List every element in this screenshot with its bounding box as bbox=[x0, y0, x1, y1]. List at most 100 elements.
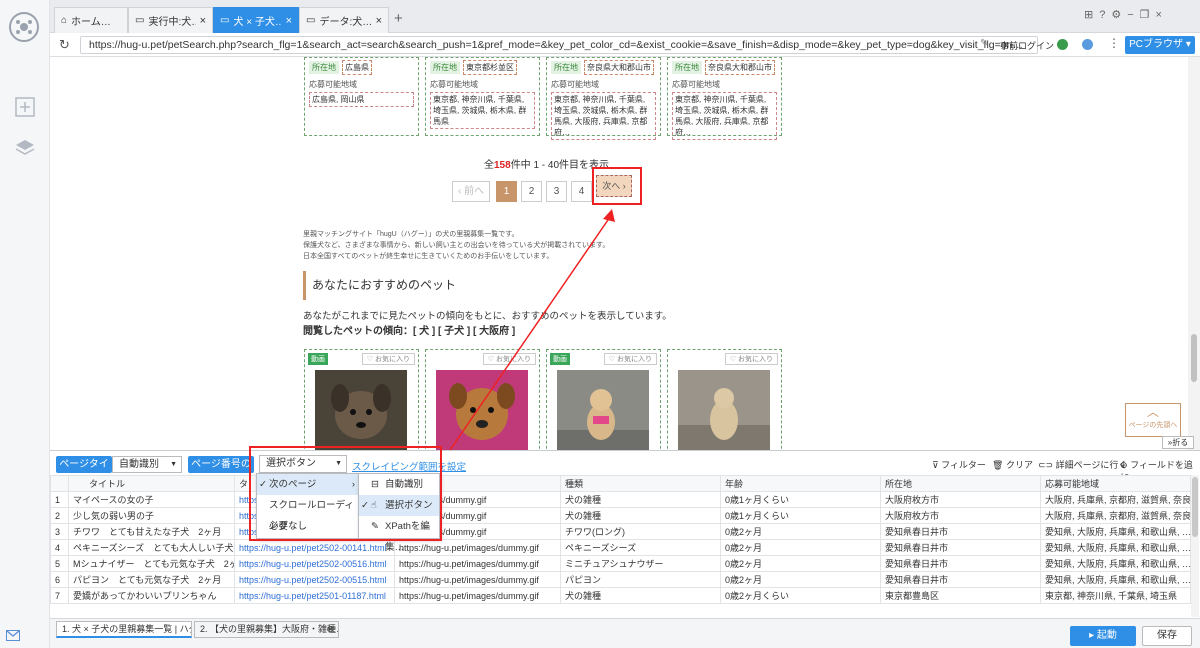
page-scrollbar-thumb[interactable] bbox=[1191, 334, 1197, 382]
cell-image[interactable]: https://hug-u.pet/images/dummy.gif bbox=[394, 555, 561, 572]
start-button[interactable]: ▸ 起動 bbox=[1070, 626, 1136, 646]
cell-age[interactable]: 0歳1ヶ月くらい bbox=[720, 491, 881, 508]
cell-area[interactable]: 愛知県, 大阪府, 兵庫県, 和歌山県, … bbox=[1040, 523, 1191, 540]
help-icon[interactable]: ? bbox=[1099, 9, 1111, 21]
column-header[interactable]: 年齢 bbox=[720, 475, 881, 492]
cell-age[interactable]: 0歳2ヶ月 bbox=[720, 555, 881, 572]
table-row[interactable]: 2 少し気の弱い男の子 https: pet/images/dummy.gif 犬の雑種… bbox=[50, 507, 1191, 524]
cell-kind[interactable]: ミニチュアシュナウザー bbox=[560, 555, 721, 572]
cell-location[interactable]: 東京都豊島区 bbox=[880, 587, 1041, 604]
cell-kind[interactable]: 犬の雑種 bbox=[560, 507, 721, 524]
table-row[interactable]: 5 Mシュナイザー とても元気な子犬 2ヶ月 https://hug-u.pet/p… bbox=[50, 555, 1191, 572]
restore-icon[interactable]: ❐ bbox=[1140, 9, 1156, 21]
cell-image[interactable]: https://hug-u.pet/images/dummy.gif bbox=[394, 539, 561, 556]
clear-button[interactable]: 🗑 クリア bbox=[992, 458, 1033, 471]
close-icon[interactable]: × bbox=[286, 15, 292, 27]
cell-location[interactable]: 愛知県春日井市 bbox=[880, 555, 1041, 572]
table-row[interactable]: 1 マイペースの女の子 https: pet/images/dummy.gif 犬の雑種… bbox=[50, 491, 1191, 508]
reload-icon[interactable]: ↻ bbox=[59, 37, 70, 53]
cell-kind[interactable]: ペキニーズシーズ bbox=[560, 539, 721, 556]
extension-icon[interactable] bbox=[1057, 39, 1068, 50]
detail-page-button[interactable]: ⊂⊃ 詳細ページに行く bbox=[1038, 458, 1127, 471]
url-input[interactable]: https://hug-u.pet/petSearch.php?search_f… bbox=[80, 36, 1038, 54]
menu-item-none[interactable]: 必要なし bbox=[257, 516, 359, 537]
cell-title[interactable]: チワワ とても甘えたな子犬 2ヶ月 bbox=[68, 523, 235, 540]
cell-image[interactable]: https://hug-u.pet/images/dummy.gif bbox=[394, 571, 561, 588]
page-scrollbar[interactable] bbox=[1188, 57, 1200, 450]
table-row[interactable]: 7 愛嬌があってかわいいプリンちゃん https://hug-u.pet/pet25… bbox=[50, 587, 1191, 604]
tab-dog-puppy[interactable]: ▭ 犬 × 子犬… × bbox=[213, 7, 299, 33]
cell-kind[interactable]: 犬の雑種 bbox=[560, 587, 721, 604]
column-header[interactable] bbox=[50, 475, 69, 492]
menu-item-select-button[interactable]: ✓ ☝ 選択ボタン bbox=[359, 495, 439, 516]
close-icon[interactable]: ⊗ bbox=[326, 622, 334, 637]
settings-icon[interactable]: ⚙ bbox=[1111, 9, 1127, 21]
cell-link[interactable]: https://hug-u.pet/pet2502-00141.html bbox=[234, 539, 395, 556]
mail-icon[interactable] bbox=[6, 630, 20, 641]
cell-age[interactable]: 0歳2ヶ月 bbox=[720, 523, 881, 540]
menu-item-scroll-loading[interactable]: スクロールローディング bbox=[257, 495, 359, 532]
app-logo-icon[interactable] bbox=[9, 12, 39, 42]
table-row[interactable]: 4 ペキニーズシーズ とても大人しい子犬 … https://hug-u.pet/p… bbox=[50, 539, 1191, 556]
layers-icon[interactable] bbox=[14, 137, 36, 159]
gift-icon[interactable]: ⊞ bbox=[1084, 9, 1099, 21]
tab-data[interactable]: ▭ データ:犬… × bbox=[299, 7, 389, 33]
cell-location[interactable]: 愛知県春日井市 bbox=[880, 571, 1041, 588]
column-header[interactable]: タイトル bbox=[68, 475, 235, 492]
cell-area[interactable]: 東京都, 神奈川県, 千葉県, 埼玉県 bbox=[1040, 587, 1191, 604]
cell-area[interactable]: 愛知県, 大阪府, 兵庫県, 和歌山県, … bbox=[1040, 571, 1191, 588]
table-scrollbar[interactable] bbox=[1191, 475, 1199, 617]
more-icon[interactable]: ⋮ bbox=[1108, 36, 1120, 50]
table-scrollbar-thumb[interactable] bbox=[1192, 477, 1198, 537]
column-header[interactable]: 種類 bbox=[560, 475, 721, 492]
cell-link[interactable]: https://hug-u.pet/pet2501-01187.html bbox=[234, 587, 395, 604]
cell-age[interactable]: 0歳2ヶ月 bbox=[720, 571, 881, 588]
close-icon[interactable]: × bbox=[376, 15, 382, 27]
cell-title[interactable]: ペキニーズシーズ とても大人しい子犬 … bbox=[68, 539, 235, 556]
cell-age[interactable]: 0歳2ヶ月 bbox=[720, 539, 881, 556]
table-row[interactable]: 3 チワワ とても甘えたな子犬 2ヶ月 https: pet/images/dummy… bbox=[50, 523, 1191, 540]
menu-item-auto-detect[interactable]: ⊟ 自動識別 bbox=[359, 474, 439, 495]
close-icon[interactable]: × bbox=[200, 15, 206, 27]
cell-location[interactable]: 大阪府枚方市 bbox=[880, 491, 1041, 508]
cell-location[interactable]: 愛知県春日井市 bbox=[880, 539, 1041, 556]
cell-title[interactable]: Mシュナイザー とても元気な子犬 2ヶ月 bbox=[68, 555, 235, 572]
cell-title[interactable]: マイペースの女の子 bbox=[68, 491, 235, 508]
cell-title[interactable]: 少し気の弱い男の子 bbox=[68, 507, 235, 524]
cell-link[interactable]: https://hug-u.pet/pet2502-00515.html bbox=[234, 571, 395, 588]
pre-login-link[interactable]: 事前ログイン bbox=[1000, 39, 1054, 52]
cell-area[interactable]: 愛知県, 大阪府, 兵庫県, 和歌山県, … bbox=[1040, 555, 1191, 572]
pagination-select[interactable]: 選択ボタン ▼ bbox=[259, 455, 347, 473]
cell-kind[interactable]: チワワ(ロング) bbox=[560, 523, 721, 540]
table-row[interactable]: 6 パピヨン とても元気な子犬 2ヶ月 https://hug-u.pet/pet2… bbox=[50, 571, 1191, 588]
cell-area[interactable]: 愛知県, 大阪府, 兵庫県, 和歌山県, … bbox=[1040, 539, 1191, 556]
minimize-icon[interactable]: − bbox=[1127, 9, 1139, 21]
user-icon[interactable] bbox=[1082, 39, 1093, 50]
cell-age[interactable]: 0歳1ヶ月くらい bbox=[720, 507, 881, 524]
save-button[interactable]: 保存 bbox=[1142, 626, 1192, 646]
scrape-range-link[interactable]: スクレイピング範囲を設定 bbox=[352, 459, 466, 473]
column-header[interactable]: 応募可能地域 bbox=[1040, 475, 1191, 492]
cell-area[interactable]: 大阪府, 兵庫県, 京都府, 滋賀県, 奈良県 bbox=[1040, 507, 1191, 524]
cell-location[interactable]: 愛知県春日井市 bbox=[880, 523, 1041, 540]
fold-button[interactable]: »折る bbox=[1162, 436, 1194, 449]
browser-mode-button[interactable]: PCブラウザ ▾ bbox=[1125, 36, 1195, 54]
cell-age[interactable]: 0歳2ヶ月くらい bbox=[720, 587, 881, 604]
menu-item-edit-xpath[interactable]: ✎ XPathを編集… bbox=[359, 516, 439, 553]
new-tab-icon[interactable]: + bbox=[394, 10, 403, 27]
column-header[interactable]: 所在地 bbox=[880, 475, 1041, 492]
tab-running[interactable]: ▭実行中:犬… × bbox=[128, 7, 213, 33]
tab-home[interactable]: ⌂ ホーム… bbox=[54, 7, 128, 33]
result-tab-1[interactable]: 1. 犬 × 子犬の里親募集一覧 | ハグ… bbox=[56, 621, 192, 638]
menu-item-next-page[interactable]: ✓ 次のページ › bbox=[257, 474, 359, 495]
cell-location[interactable]: 大阪府枚方市 bbox=[880, 507, 1041, 524]
close-window-icon[interactable]: × bbox=[1156, 9, 1168, 21]
edit-url-icon[interactable]: ✎ bbox=[980, 38, 988, 49]
page-type-select[interactable]: 自動識別 ▼ bbox=[112, 456, 182, 473]
filter-button[interactable]: ⊽ フィルター bbox=[932, 458, 986, 471]
cell-image[interactable]: https://hug-u.pet/images/dummy.gif bbox=[394, 587, 561, 604]
cell-title[interactable]: パピヨン とても元気な子犬 2ヶ月 bbox=[68, 571, 235, 588]
cell-area[interactable]: 大阪府, 兵庫県, 京都府, 滋賀県, 奈良県 bbox=[1040, 491, 1191, 508]
result-tab-2[interactable]: 2. 【犬の里親募集】大阪府・雑種… ⊗ bbox=[194, 621, 339, 638]
cell-link[interactable]: https://hug-u.pet/pet2502-00516.html bbox=[234, 555, 395, 572]
